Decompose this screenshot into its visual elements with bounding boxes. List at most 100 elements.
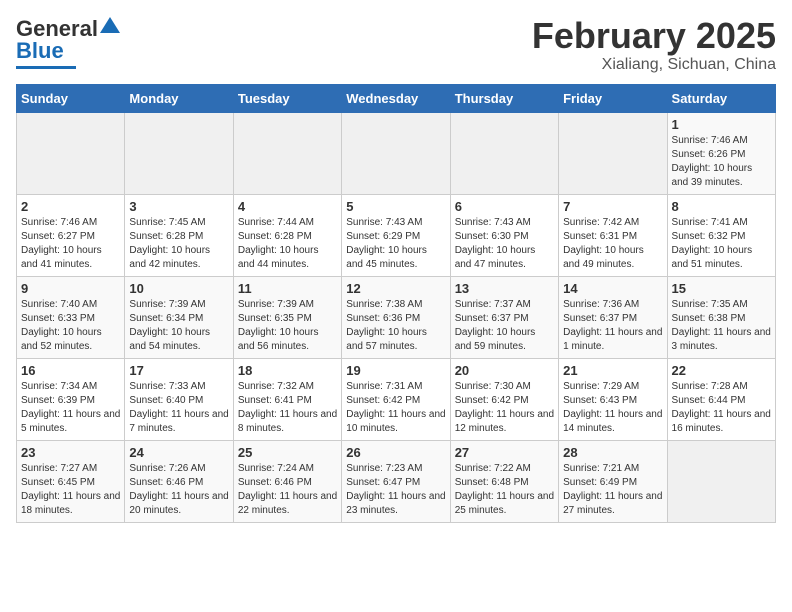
calendar-cell: 1Sunrise: 7:46 AMSunset: 6:26 PMDaylight…: [667, 112, 775, 194]
day-info: Sunrise: 7:37 AMSunset: 6:37 PMDaylight:…: [455, 298, 554, 354]
calendar-week-2: 2 Sunrise: 7:46 AMSunset: 6:27 PMDaylight…: [17, 194, 776, 276]
day-number: 3: [129, 199, 228, 214]
logo-triangle-icon: [100, 17, 120, 37]
day-number: 5: [346, 199, 445, 214]
day-info: Sunrise: 7:23 AMSunset: 6:47 PMDaylight:…: [346, 462, 445, 518]
calendar-cell: 10 Sunrise: 7:39 AMSunset: 6:34 PMDayligh…: [125, 276, 233, 358]
day-number: 2: [21, 199, 120, 214]
day-info: Sunrise: 7:43 AMSunset: 6:30 PMDaylight:…: [455, 216, 554, 272]
day-info: Sunrise: 7:46 AMSunset: 6:27 PMDaylight:…: [21, 216, 120, 272]
weekday-header-saturday: Saturday: [667, 84, 775, 112]
day-info: Sunrise: 7:32 AMSunset: 6:41 PMDaylight:…: [238, 380, 337, 436]
calendar-cell: 8 Sunrise: 7:41 AMSunset: 6:32 PMDaylight…: [667, 194, 775, 276]
calendar-cell: [233, 112, 341, 194]
calendar-cell: 28 Sunrise: 7:21 AMSunset: 6:49 PMDayligh…: [559, 440, 667, 522]
calendar-cell: 9Sunrise: 7:40 AMSunset: 6:33 PMDaylight…: [17, 276, 125, 358]
calendar-cell: 13 Sunrise: 7:37 AMSunset: 6:37 PMDayligh…: [450, 276, 558, 358]
calendar-cell: 23 Sunrise: 7:27 AMSunset: 6:45 PMDayligh…: [17, 440, 125, 522]
day-number: 23: [21, 445, 120, 460]
calendar-cell: 3 Sunrise: 7:45 AMSunset: 6:28 PMDaylight…: [125, 194, 233, 276]
day-info: Sunrise: 7:29 AMSunset: 6:43 PMDaylight:…: [563, 380, 662, 436]
calendar-cell: 12 Sunrise: 7:38 AMSunset: 6:36 PMDayligh…: [342, 276, 450, 358]
calendar-table: SundayMondayTuesdayWednesdayThursdayFrid…: [16, 84, 776, 523]
calendar-cell: 16 Sunrise: 7:34 AMSunset: 6:39 PMDayligh…: [17, 358, 125, 440]
day-number: 19: [346, 363, 445, 378]
day-number: 11: [238, 281, 337, 296]
calendar-cell: 5 Sunrise: 7:43 AMSunset: 6:29 PMDaylight…: [342, 194, 450, 276]
day-info: Sunrise: 7:35 AMSunset: 6:38 PMDaylight:…: [672, 298, 771, 354]
calendar-cell: 20 Sunrise: 7:30 AMSunset: 6:42 PMDayligh…: [450, 358, 558, 440]
day-number: 16: [21, 363, 120, 378]
day-number: 13: [455, 281, 554, 296]
day-info: Sunrise: 7:30 AMSunset: 6:42 PMDaylight:…: [455, 380, 554, 436]
day-number: 27: [455, 445, 554, 460]
day-number: 21: [563, 363, 662, 378]
weekday-header-wednesday: Wednesday: [342, 84, 450, 112]
weekday-header-monday: Monday: [125, 84, 233, 112]
day-info: Sunrise: 7:45 AMSunset: 6:28 PMDaylight:…: [129, 216, 228, 272]
calendar-cell: 24 Sunrise: 7:26 AMSunset: 6:46 PMDayligh…: [125, 440, 233, 522]
day-number: 25: [238, 445, 337, 460]
page-header: General Blue February 2025 Xialiang, Sic…: [16, 16, 776, 74]
calendar-week-1: 1Sunrise: 7:46 AMSunset: 6:26 PMDaylight…: [17, 112, 776, 194]
weekday-header-tuesday: Tuesday: [233, 84, 341, 112]
day-number: 8: [672, 199, 771, 214]
day-info: Sunrise: 7:40 AMSunset: 6:33 PMDaylight:…: [21, 298, 120, 354]
calendar-cell: [450, 112, 558, 194]
day-number: 1: [672, 117, 771, 132]
logo-underline: [16, 66, 76, 69]
calendar-cell: 22Sunrise: 7:28 AMSunset: 6:44 PMDayligh…: [667, 358, 775, 440]
day-info: Sunrise: 7:36 AMSunset: 6:37 PMDaylight:…: [563, 298, 662, 354]
day-info: Sunrise: 7:34 AMSunset: 6:39 PMDaylight:…: [21, 380, 120, 436]
calendar-cell: 2 Sunrise: 7:46 AMSunset: 6:27 PMDaylight…: [17, 194, 125, 276]
calendar-cell: 14 Sunrise: 7:36 AMSunset: 6:37 PMDayligh…: [559, 276, 667, 358]
day-number: 17: [129, 363, 228, 378]
day-number: 14: [563, 281, 662, 296]
calendar-cell: 4Sunrise: 7:44 AMSunset: 6:28 PMDaylight…: [233, 194, 341, 276]
calendar-cell: 19 Sunrise: 7:31 AMSunset: 6:42 PMDayligh…: [342, 358, 450, 440]
calendar-cell: 17 Sunrise: 7:33 AMSunset: 6:40 PMDayligh…: [125, 358, 233, 440]
day-number: 7: [563, 199, 662, 214]
calendar-body: 1Sunrise: 7:46 AMSunset: 6:26 PMDaylight…: [17, 112, 776, 522]
calendar-week-5: 23 Sunrise: 7:27 AMSunset: 6:45 PMDayligh…: [17, 440, 776, 522]
page-subtitle: Xialiang, Sichuan, China: [532, 56, 776, 74]
day-info: Sunrise: 7:21 AMSunset: 6:49 PMDaylight:…: [563, 462, 662, 518]
day-number: 24: [129, 445, 228, 460]
page-title: February 2025: [532, 16, 776, 56]
day-info: Sunrise: 7:24 AMSunset: 6:46 PMDaylight:…: [238, 462, 337, 518]
day-number: 28: [563, 445, 662, 460]
calendar-cell: [667, 440, 775, 522]
day-number: 12: [346, 281, 445, 296]
day-info: Sunrise: 7:26 AMSunset: 6:46 PMDaylight:…: [129, 462, 228, 518]
day-info: Sunrise: 7:27 AMSunset: 6:45 PMDaylight:…: [21, 462, 120, 518]
day-info: Sunrise: 7:39 AMSunset: 6:34 PMDaylight:…: [129, 298, 228, 354]
day-number: 26: [346, 445, 445, 460]
calendar-week-3: 9Sunrise: 7:40 AMSunset: 6:33 PMDaylight…: [17, 276, 776, 358]
day-number: 18: [238, 363, 337, 378]
day-info: Sunrise: 7:38 AMSunset: 6:36 PMDaylight:…: [346, 298, 445, 354]
calendar-cell: 25 Sunrise: 7:24 AMSunset: 6:46 PMDayligh…: [233, 440, 341, 522]
day-info: Sunrise: 7:31 AMSunset: 6:42 PMDaylight:…: [346, 380, 445, 436]
calendar-cell: 11 Sunrise: 7:39 AMSunset: 6:35 PMDayligh…: [233, 276, 341, 358]
calendar-cell: [125, 112, 233, 194]
calendar-cell: [559, 112, 667, 194]
title-block: February 2025 Xialiang, Sichuan, China: [532, 16, 776, 74]
weekday-header-friday: Friday: [559, 84, 667, 112]
calendar-cell: 26 Sunrise: 7:23 AMSunset: 6:47 PMDayligh…: [342, 440, 450, 522]
day-number: 4: [238, 199, 337, 214]
calendar-cell: 21 Sunrise: 7:29 AMSunset: 6:43 PMDayligh…: [559, 358, 667, 440]
logo: General Blue: [16, 16, 120, 69]
day-number: 22: [672, 363, 771, 378]
calendar-cell: [342, 112, 450, 194]
weekday-header-sunday: Sunday: [17, 84, 125, 112]
day-info: Sunrise: 7:33 AMSunset: 6:40 PMDaylight:…: [129, 380, 228, 436]
day-info: Sunrise: 7:42 AMSunset: 6:31 PMDaylight:…: [563, 216, 662, 272]
day-number: 6: [455, 199, 554, 214]
calendar-cell: 7 Sunrise: 7:42 AMSunset: 6:31 PMDaylight…: [559, 194, 667, 276]
day-info: Sunrise: 7:43 AMSunset: 6:29 PMDaylight:…: [346, 216, 445, 272]
calendar-cell: 18 Sunrise: 7:32 AMSunset: 6:41 PMDayligh…: [233, 358, 341, 440]
day-info: Sunrise: 7:41 AMSunset: 6:32 PMDaylight:…: [672, 216, 771, 272]
day-info: Sunrise: 7:39 AMSunset: 6:35 PMDaylight:…: [238, 298, 337, 354]
day-number: 10: [129, 281, 228, 296]
day-number: 20: [455, 363, 554, 378]
